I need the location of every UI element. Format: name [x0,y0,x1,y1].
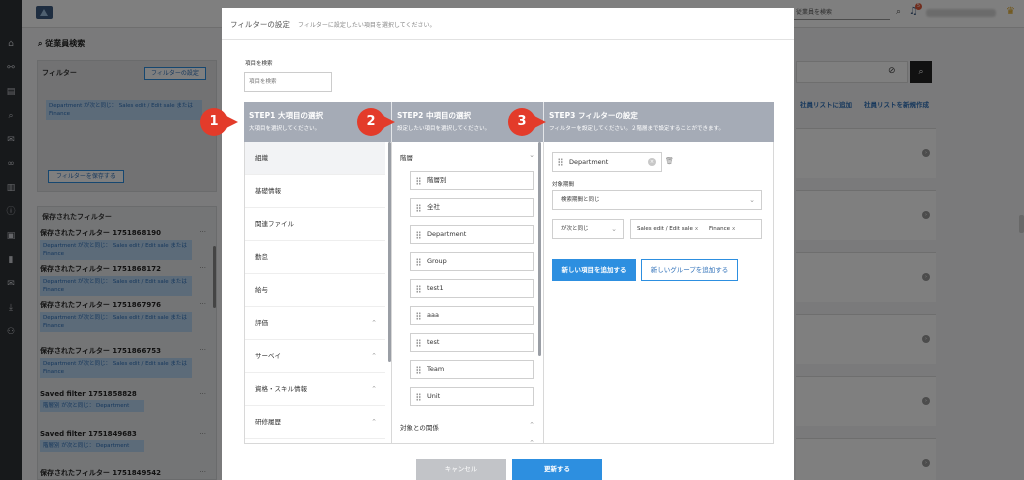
middle-item[interactable]: Department [410,225,534,244]
chevron-up-icon[interactable]: ⌃ [529,421,535,429]
chevron-up-icon[interactable]: ⌃ [371,406,377,439]
category-item[interactable]: 勤怠 [245,241,385,274]
chevron-up-icon[interactable]: ⌃ [371,307,377,340]
middle-item[interactable]: test1 [410,279,534,298]
step3-header: STEP3 フィルターの設定 フィルターを設定してください。２階層まで設定するこ… [544,102,774,142]
condition-select[interactable]: が次と同じ ⌄ [552,219,624,239]
chevron-up-icon[interactable]: ⌃ [529,439,535,443]
drag-handle-icon[interactable] [416,366,421,374]
annotation-badge-2: 2 [357,108,395,136]
category-item[interactable]: 基礎情報 [245,175,385,208]
item-search-input[interactable] [244,72,332,92]
period-label: 対象期間 [552,182,575,188]
middle-item[interactable]: 全社 [410,198,534,217]
modal-subtitle: フィルターに設定したい項目を選択してください。 [298,22,436,29]
middle-item[interactable]: Unit [410,387,534,406]
category-list: 組織 基礎情報 関連ファイル 勤怠 給与 評価 ⌃ サーベイ ⌃ 資格・スキル情報 ⌃… [245,142,392,443]
category-scrollbar[interactable] [388,142,391,362]
chevron-up-icon[interactable]: ⌃ [371,373,377,406]
step3-title: STEP3 フィルターの設定 [549,111,638,120]
add-group-button[interactable]: 新しいグループを追加する [641,259,738,281]
chevron-down-icon: ⌄ [611,225,617,233]
add-item-button[interactable]: 新しい項目を追加する [552,259,636,281]
group-header-hierarchy[interactable]: 階層 [400,152,413,162]
step2-desc: 設定したい項目を選択してください。 [397,126,491,132]
middle-item[interactable]: 階層別 [410,171,534,190]
chevron-up-icon[interactable]: ⌃ [371,340,377,373]
category-item[interactable]: 研修履歴 ⌃ [245,406,385,439]
category-item[interactable]: 関連ファイル [245,208,385,241]
value-multiselect[interactable]: Sales edit / Edit sale x Finance x [630,219,762,239]
cancel-button[interactable]: キャンセル [416,459,506,480]
remove-tag-icon[interactable]: x [732,226,735,232]
item-search-label: 項目を検索 [245,61,273,67]
drag-handle-icon[interactable] [416,258,421,266]
step1-title: STEP1 大項目の選択 [249,111,323,120]
drag-handle-icon[interactable] [416,285,421,293]
remove-tag-icon[interactable]: x [695,226,698,232]
step3-desc: フィルターを設定してください。２階層まで設定することができます。 [549,126,725,132]
middle-scrollbar[interactable] [538,142,541,356]
close-icon[interactable]: × [648,158,656,166]
step2-title: STEP2 中項目の選択 [397,111,471,120]
middle-item[interactable]: aaa [410,306,534,325]
drag-handle-icon[interactable] [416,204,421,212]
modal-header: フィルターの設定 フィルターに設定したい項目を選択してください。 [222,8,794,40]
group-header-assignment[interactable]: 配属 [400,440,413,443]
middle-item[interactable]: Group [410,252,534,271]
drag-handle-icon[interactable] [558,158,563,166]
period-select[interactable]: 検索期間と同じ ⌄ [552,190,762,210]
drag-handle-icon[interactable] [416,312,421,320]
modal-title: フィルターの設定 [230,20,290,29]
update-button[interactable]: 更新する [512,459,602,480]
group-header-relation[interactable]: 対象との関係 [400,422,439,432]
category-item[interactable]: 給与 [245,274,385,307]
annotation-badge-3: 3 [508,108,546,136]
drag-handle-icon[interactable] [416,231,421,239]
category-item[interactable]: 組織 [245,142,385,175]
drag-handle-icon[interactable] [416,393,421,401]
category-item[interactable]: サーベイ ⌃ [245,340,385,373]
middle-item[interactable]: test [410,333,534,352]
middle-item[interactable]: Team [410,360,534,379]
category-item[interactable]: 資格・スキル情報 ⌃ [245,373,385,406]
chevron-down-icon: ⌄ [749,196,755,204]
middle-item-list: 階層 ⌄ 階層別 全社 Department Group test1 aaa t… [392,142,544,443]
annotation-badge-1: 1 [200,108,238,136]
drag-handle-icon[interactable] [416,339,421,347]
step1-desc: 大項目を選択してください。 [249,126,321,132]
category-item[interactable]: 評価 ⌃ [245,307,385,340]
filter-body: 組織 基礎情報 関連ファイル 勤怠 給与 評価 ⌃ サーベイ ⌃ 資格・スキル情報 ⌃… [244,142,774,444]
selected-field-chip[interactable]: Department × [552,152,662,172]
filter-settings-modal: フィルターの設定 フィルターに設定したい項目を選択してください。 項目を検索 S… [222,8,794,480]
filter-settings-area: Department × 🗑 対象期間 検索期間と同じ ⌄ が次と同じ ⌄ Sa… [544,142,774,443]
value-tag: Finance x [709,226,736,232]
selected-field-label: Department [569,158,609,166]
drag-handle-icon[interactable] [416,177,421,185]
value-tag: Sales edit / Edit sale x [637,226,699,232]
chevron-down-icon[interactable]: ⌄ [529,151,535,159]
trash-icon[interactable]: 🗑 [665,157,674,165]
